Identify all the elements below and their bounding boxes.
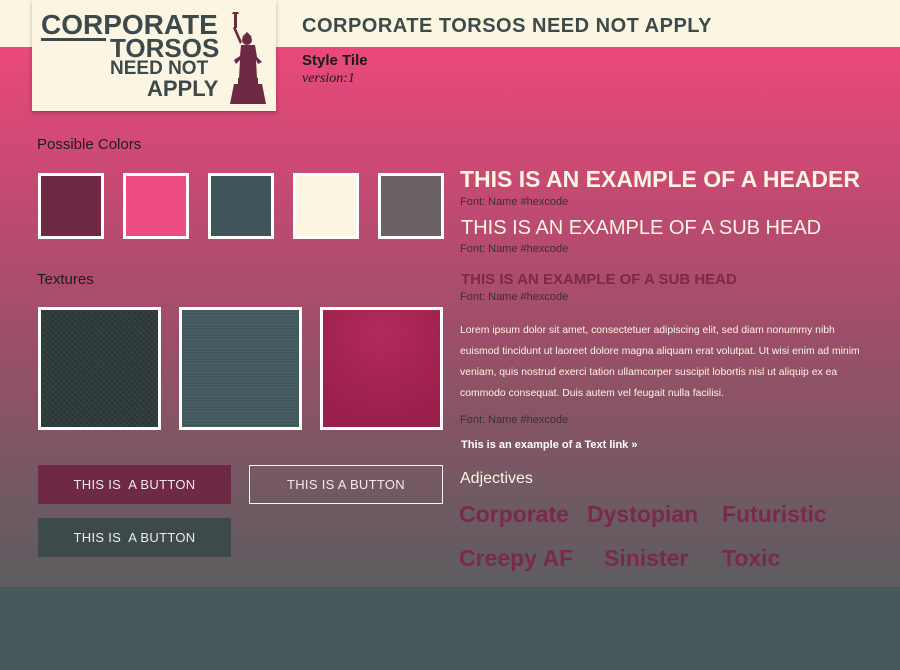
font-note-paragraph: Font: Name #hexcode — [460, 414, 569, 426]
version-label: version:1 — [302, 71, 355, 86]
adjective-creepy-af: Creepy AF — [459, 545, 574, 571]
adjectives-label: Adjectives — [460, 470, 533, 487]
texture-slate — [179, 307, 302, 430]
color-swatch-cream — [293, 173, 359, 239]
texture-dark — [38, 307, 161, 430]
font-note-header: Font: Name #hexcode — [460, 196, 569, 208]
color-swatch-plum — [38, 173, 104, 239]
example-subhead-light: THIS IS AN EXAMPLE OF A SUB HEAD — [461, 217, 822, 239]
logo-line-4: APPLY — [147, 76, 219, 101]
adjective-toxic: Toxic — [722, 545, 781, 571]
example-subhead-bold: THIS IS AN EXAMPLE OF A SUB HEAD — [461, 271, 737, 288]
example-header: THIS IS AN EXAMPLE OF A HEADER — [460, 166, 860, 192]
possible-colors-label: Possible Colors — [37, 136, 142, 153]
adjective-dystopian: Dystopian — [587, 501, 699, 527]
site-title: CORPORATE TORSOS NEED NOT APPLY — [302, 15, 713, 37]
color-swatch-slate — [208, 173, 274, 239]
logo: CORPORATE TORSOS NEED NOT APPLY — [32, 0, 276, 111]
outline-button[interactable]: THIS IS A BUTTON — [249, 465, 443, 504]
color-swatch-pink — [123, 173, 189, 239]
body-paragraph: Lorem ipsum dolor sit amet, consectetuer… — [460, 325, 860, 399]
adjective-sinister: Sinister — [604, 545, 689, 571]
dark-button[interactable]: THIS IS A BUTTON — [38, 518, 231, 557]
font-note-subhead-light: Font: Name #hexcode — [460, 243, 569, 255]
statue-of-liberty-icon — [230, 12, 266, 104]
bottom-band — [0, 587, 900, 670]
font-note-subhead-bold: Font: Name #hexcode — [460, 291, 569, 303]
primary-button[interactable]: THIS IS A BUTTON — [38, 465, 231, 504]
adjective-corporate: Corporate — [459, 501, 569, 527]
logo-underline — [41, 38, 106, 41]
adjective-futuristic: Futuristic — [722, 501, 827, 527]
texture-crimson — [320, 307, 443, 430]
text-link[interactable]: This is an example of a Text link » — [461, 439, 637, 451]
textures-label: Textures — [37, 271, 94, 288]
color-swatch-gray — [378, 173, 444, 239]
style-tile-title: Style Tile — [302, 52, 368, 69]
